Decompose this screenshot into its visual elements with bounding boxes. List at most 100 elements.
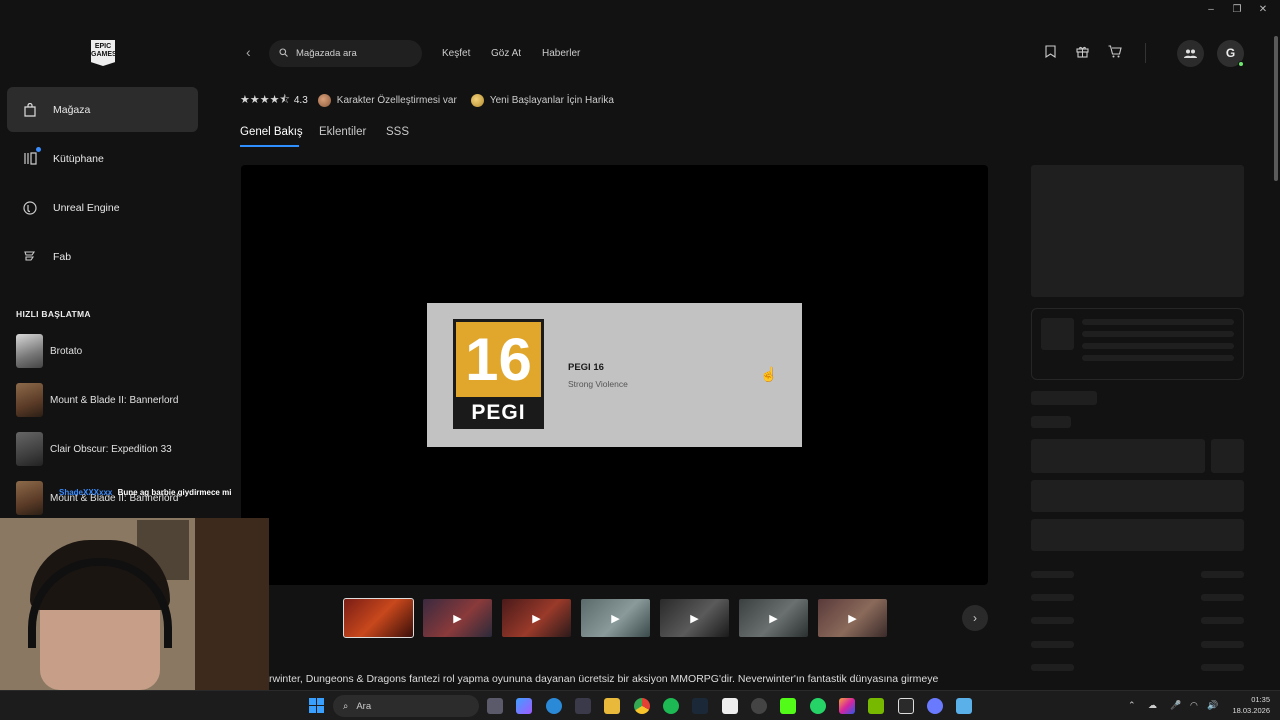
quick-launch-item[interactable]: Mount & Blade II: Bannerlord bbox=[16, 481, 178, 515]
topbar-divider bbox=[1145, 43, 1146, 63]
notification-dot bbox=[36, 146, 41, 152]
notepad-icon[interactable] bbox=[956, 698, 972, 714]
loading-skeleton bbox=[1031, 416, 1071, 428]
sidebar-item-label: Mağaza bbox=[53, 103, 91, 116]
tray-overflow-icon[interactable]: ⌃ bbox=[1128, 700, 1136, 711]
minimize-button[interactable]: – bbox=[1204, 4, 1218, 15]
friends-icon[interactable] bbox=[1177, 40, 1204, 67]
discord-icon[interactable] bbox=[751, 698, 767, 714]
sidebar-item-fab[interactable]: Fab bbox=[7, 234, 198, 279]
pegi-brand: PEGI bbox=[471, 401, 526, 424]
media-thumbnail[interactable]: ▶ bbox=[818, 599, 887, 637]
loading-skeleton bbox=[1201, 664, 1244, 671]
wishlist-icon[interactable] bbox=[1045, 45, 1056, 61]
store-bag-icon bbox=[23, 102, 37, 117]
restore-button[interactable]: ❐ bbox=[1230, 4, 1244, 15]
spotify-icon[interactable] bbox=[663, 698, 679, 714]
game-thumbnail bbox=[16, 383, 43, 417]
quick-launch-label: Clair Obscur: Expedition 33 bbox=[50, 443, 172, 455]
window-controls: – ❐ ✕ bbox=[1204, 4, 1270, 15]
next-media-button[interactable]: › bbox=[962, 605, 988, 631]
page-scrollbar[interactable] bbox=[1274, 36, 1278, 181]
sidebar-item-library[interactable]: Kütüphane bbox=[7, 136, 198, 181]
rating-value: 4.3 bbox=[293, 95, 308, 106]
epic-games-taskbar-icon[interactable] bbox=[722, 698, 738, 714]
chrome-icon[interactable] bbox=[634, 698, 650, 714]
play-icon: ▶ bbox=[532, 612, 541, 625]
task-view-icon[interactable] bbox=[487, 698, 503, 714]
file-explorer-icon[interactable] bbox=[604, 698, 620, 714]
copilot-icon[interactable] bbox=[516, 698, 532, 714]
nav-news[interactable]: Haberler bbox=[542, 48, 580, 59]
loading-skeleton bbox=[1031, 571, 1074, 578]
active-tab-indicator bbox=[240, 145, 299, 147]
game-thumbnail bbox=[16, 334, 43, 368]
tab-faq[interactable]: SSS bbox=[386, 126, 409, 138]
loading-skeleton bbox=[1082, 331, 1234, 337]
avatar-initial: G bbox=[1225, 46, 1236, 60]
windows-start-icon[interactable] bbox=[309, 698, 324, 713]
sidebar-item-label: Kütüphane bbox=[53, 152, 104, 165]
search-placeholder: Mağazada ara bbox=[296, 48, 357, 59]
tab-addons[interactable]: Eklentiler bbox=[319, 126, 366, 138]
quick-launch-item[interactable]: Brotato bbox=[16, 334, 82, 368]
quick-launch-label: Brotato bbox=[50, 345, 83, 357]
sidebar-item-store[interactable]: Mağaza bbox=[7, 87, 198, 132]
loading-skeleton bbox=[1201, 641, 1244, 648]
tab-overview[interactable]: Genel Bakış bbox=[240, 126, 303, 138]
media-thumbnail[interactable]: ▶ bbox=[660, 599, 729, 637]
loading-skeleton bbox=[1201, 617, 1244, 624]
onedrive-icon[interactable]: ☁ bbox=[1148, 700, 1157, 711]
pegi-descriptor: Strong Violence bbox=[568, 379, 628, 389]
play-icon: ▶ bbox=[769, 612, 778, 625]
media-thumbnail[interactable]: ▶ bbox=[502, 599, 571, 637]
close-button[interactable]: ✕ bbox=[1256, 4, 1270, 15]
volume-icon[interactable]: 🔊 bbox=[1207, 700, 1218, 711]
clock-time: 01:35 bbox=[1251, 695, 1270, 704]
search-icon bbox=[279, 48, 288, 59]
taskbar-search-label: Ara bbox=[356, 700, 372, 712]
quick-launch-title: HIZLI BAŞLATMA bbox=[16, 309, 91, 319]
kick-icon[interactable] bbox=[780, 698, 796, 714]
search-input[interactable]: Mağazada ara bbox=[269, 40, 422, 67]
edge-icon[interactable] bbox=[546, 698, 562, 714]
store-icon[interactable] bbox=[575, 698, 591, 714]
taskbar-search[interactable]: ⌕ Ara bbox=[333, 695, 479, 717]
loading-skeleton bbox=[1082, 355, 1234, 361]
product-description: rwinter, Dungeons & Dragons fantezi rol … bbox=[269, 673, 939, 685]
wifi-icon[interactable]: ◠ bbox=[1190, 700, 1198, 711]
cart-icon[interactable] bbox=[1108, 45, 1122, 61]
media-thumbnail[interactable]: ▶ bbox=[423, 599, 492, 637]
media-thumbnail[interactable]: ▶ bbox=[581, 599, 650, 637]
pegi-title: PEGI 16 bbox=[568, 362, 604, 373]
loading-skeleton bbox=[1041, 318, 1074, 350]
g-app-icon[interactable] bbox=[898, 698, 914, 714]
app-icon[interactable] bbox=[927, 698, 943, 714]
taskbar-clock[interactable]: 01:35 18.03.2026 bbox=[1228, 694, 1270, 716]
back-button[interactable]: ‹ bbox=[246, 44, 251, 60]
nav-discover[interactable]: Keşfet bbox=[442, 48, 470, 59]
nav-browse[interactable]: Göz At bbox=[491, 48, 521, 59]
webcam-overlay bbox=[0, 518, 269, 690]
play-icon: ▶ bbox=[611, 612, 620, 625]
quick-launch-item[interactable]: Mount & Blade II: Bannerlord bbox=[16, 383, 178, 417]
steam-icon[interactable] bbox=[692, 698, 708, 714]
quick-launch-item[interactable]: Clair Obscur: Expedition 33 bbox=[16, 432, 172, 466]
play-icon: ▶ bbox=[690, 612, 699, 625]
microphone-icon[interactable]: 🎤 bbox=[1170, 700, 1181, 711]
pegi-badge: 16 PEGI bbox=[453, 319, 544, 429]
sidebar-item-label: Fab bbox=[53, 250, 72, 263]
search-icon: ⌕ bbox=[343, 700, 349, 712]
gift-icon[interactable] bbox=[1076, 45, 1089, 61]
whatsapp-icon[interactable] bbox=[810, 698, 826, 714]
sidebar-item-unreal-engine[interactable]: Unreal Engine bbox=[7, 185, 198, 230]
media-thumbnail[interactable]: ▶ bbox=[739, 599, 808, 637]
avatar[interactable]: G bbox=[1217, 40, 1244, 67]
loading-skeleton bbox=[1031, 641, 1074, 648]
instagram-icon[interactable] bbox=[839, 698, 855, 714]
quick-launch-label: Mount & Blade II: Bannerlord bbox=[50, 394, 179, 406]
epic-games-logo[interactable]: EPIC GAMES bbox=[91, 40, 115, 66]
loading-skeleton bbox=[1082, 319, 1234, 325]
media-thumbnail[interactable] bbox=[343, 598, 414, 638]
nvidia-icon[interactable] bbox=[868, 698, 884, 714]
